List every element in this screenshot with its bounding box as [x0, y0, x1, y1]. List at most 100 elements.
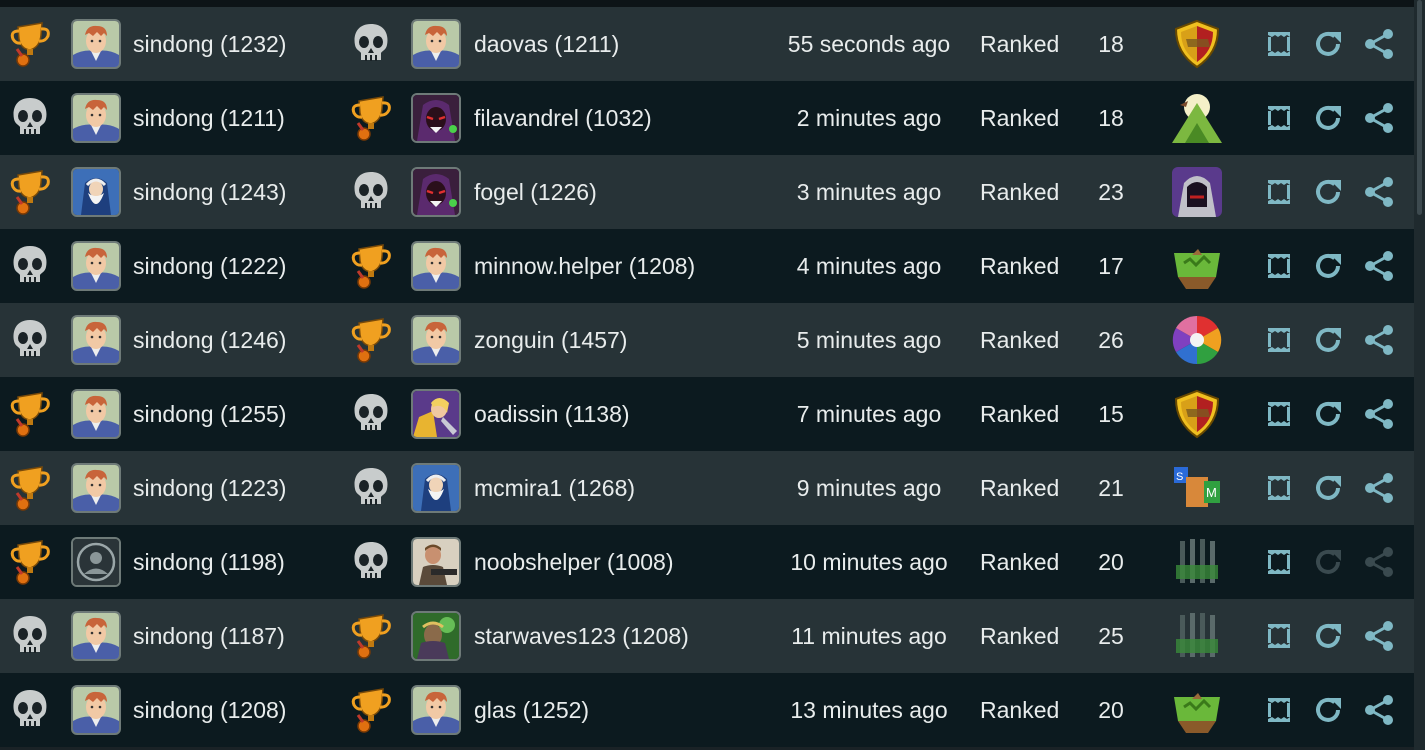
player-name[interactable]: sindong (1208)	[133, 673, 286, 747]
player-avatar[interactable]	[71, 537, 121, 587]
view-battle-icon[interactable]	[1262, 229, 1296, 303]
opponent-avatar[interactable]	[411, 685, 461, 735]
opponent-name[interactable]: oadissin (1138)	[474, 377, 630, 451]
match-history-table: sindong (1232) daovas (1211) 55 seconds …	[0, 7, 1414, 747]
match-time: 11 minutes ago	[791, 622, 947, 649]
svg-text:M: M	[1206, 485, 1217, 500]
replay-icon[interactable]	[1312, 377, 1346, 451]
player-name[interactable]: sindong (1198)	[133, 525, 285, 599]
player-avatar[interactable]	[71, 463, 121, 513]
player-avatar[interactable]	[71, 611, 121, 661]
replay-icon[interactable]	[1312, 451, 1346, 525]
opponent-avatar[interactable]	[411, 167, 461, 217]
replay-icon[interactable]	[1312, 229, 1346, 303]
opponent-avatar[interactable]	[411, 241, 461, 291]
player-avatar[interactable]	[71, 167, 121, 217]
opponent-name[interactable]: daovas (1211)	[474, 7, 619, 81]
view-battle-icon[interactable]	[1262, 525, 1296, 599]
scrollbar[interactable]	[1414, 0, 1425, 750]
player-avatar[interactable]	[71, 685, 121, 735]
skull-icon	[8, 303, 52, 377]
player-avatar[interactable]	[71, 19, 121, 69]
view-battle-icon[interactable]	[1262, 599, 1296, 673]
opponent-avatar[interactable]	[411, 463, 461, 513]
match-time: 55 seconds ago	[787, 30, 951, 57]
skull-icon	[349, 7, 393, 81]
player-avatar[interactable]	[71, 93, 121, 143]
player-name[interactable]: sindong (1243)	[133, 155, 286, 229]
trophy-icon	[8, 525, 52, 599]
replay-icon[interactable]	[1312, 81, 1346, 155]
player-avatar[interactable]	[71, 241, 121, 291]
replay-icon[interactable]	[1312, 599, 1346, 673]
share-icon[interactable]	[1361, 303, 1397, 377]
replay-icon[interactable]	[1312, 303, 1346, 377]
opponent-name[interactable]: zonguin (1457)	[474, 303, 627, 377]
match-time: 2 minutes ago	[796, 104, 942, 131]
player-name[interactable]: sindong (1246)	[133, 303, 286, 377]
player-avatar[interactable]	[71, 389, 121, 439]
match-time: 9 minutes ago	[796, 474, 942, 501]
replay-icon[interactable]	[1312, 673, 1346, 747]
share-icon[interactable]	[1361, 451, 1397, 525]
player-name[interactable]: sindong (1223)	[133, 451, 286, 525]
match-row: sindong (1211) filavandrel (1032) 2 minu…	[0, 81, 1414, 155]
match-time: 13 minutes ago	[790, 696, 948, 723]
match-type: Ranked	[980, 474, 1060, 501]
player-name[interactable]: sindong (1187)	[133, 599, 285, 673]
view-battle-icon[interactable]	[1262, 377, 1296, 451]
opponent-name[interactable]: mcmira1 (1268)	[474, 451, 635, 525]
share-icon[interactable]	[1361, 673, 1397, 747]
skull-icon	[8, 81, 52, 155]
opponent-name[interactable]: starwaves123 (1208)	[474, 599, 689, 673]
opponent-avatar[interactable]	[411, 537, 461, 587]
opponent-avatar[interactable]	[411, 19, 461, 69]
share-icon[interactable]	[1361, 229, 1397, 303]
trophy-icon	[349, 303, 393, 377]
opponent-name[interactable]: noobshelper (1008)	[474, 525, 673, 599]
share-icon[interactable]	[1361, 599, 1397, 673]
player-name[interactable]: sindong (1211)	[133, 81, 285, 155]
opponent-avatar[interactable]	[411, 93, 461, 143]
player-name[interactable]: sindong (1255)	[133, 377, 286, 451]
svg-text:S: S	[1176, 471, 1183, 483]
view-battle-icon[interactable]	[1262, 81, 1296, 155]
replay-icon[interactable]	[1312, 155, 1346, 229]
view-battle-icon[interactable]	[1262, 303, 1296, 377]
share-icon[interactable]	[1361, 7, 1397, 81]
share-icon[interactable]	[1361, 81, 1397, 155]
match-type: Ranked	[980, 622, 1060, 649]
match-rounds: 20	[1098, 548, 1124, 575]
opponent-name[interactable]: minnow.helper (1208)	[474, 229, 695, 303]
opponent-avatar[interactable]	[411, 611, 461, 661]
mountain-deck-icon	[1168, 81, 1226, 155]
replay-icon	[1312, 525, 1346, 599]
skull-icon	[8, 229, 52, 303]
trophy-icon	[8, 7, 52, 81]
trophy-icon	[349, 81, 393, 155]
opponent-avatar[interactable]	[411, 315, 461, 365]
opponent-name[interactable]: glas (1252)	[474, 673, 589, 747]
scrollbar-thumb[interactable]	[1417, 0, 1422, 215]
view-battle-icon[interactable]	[1262, 155, 1296, 229]
match-type: Ranked	[980, 400, 1060, 427]
player-name[interactable]: sindong (1232)	[133, 7, 286, 81]
bars-deck-icon	[1168, 599, 1226, 673]
wheel-deck-icon	[1168, 303, 1226, 377]
share-icon[interactable]	[1361, 155, 1397, 229]
opponent-name[interactable]: filavandrel (1032)	[474, 81, 652, 155]
match-rounds: 20	[1098, 696, 1124, 723]
replay-icon[interactable]	[1312, 7, 1346, 81]
player-name[interactable]: sindong (1222)	[133, 229, 286, 303]
skull-icon	[349, 377, 393, 451]
opponent-avatar[interactable]	[411, 389, 461, 439]
match-time: 10 minutes ago	[790, 548, 948, 575]
player-avatar[interactable]	[71, 315, 121, 365]
view-battle-icon[interactable]	[1262, 7, 1296, 81]
view-battle-icon[interactable]	[1262, 451, 1296, 525]
opponent-name[interactable]: fogel (1226)	[474, 155, 597, 229]
share-icon[interactable]	[1361, 377, 1397, 451]
view-battle-icon[interactable]	[1262, 673, 1296, 747]
match-time: 7 minutes ago	[796, 400, 942, 427]
trophy-icon	[349, 599, 393, 673]
